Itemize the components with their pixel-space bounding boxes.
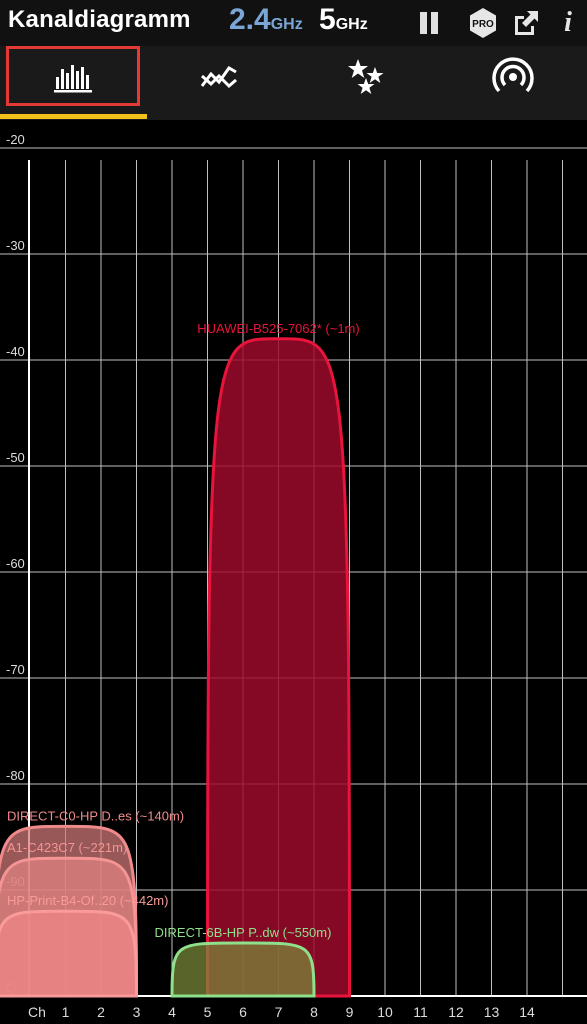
info-icon[interactable]: i	[551, 6, 585, 40]
y-tick-label: -80	[6, 768, 25, 783]
x-tick-label: 3	[133, 1004, 141, 1020]
network-label: A1-C423C7 (~221m)	[7, 840, 127, 855]
band-5ghz-toggle[interactable]: 5GHz	[319, 3, 368, 37]
network-curve	[170, 941, 316, 998]
tab-time-graph[interactable]	[146, 46, 292, 116]
line-chart-icon	[200, 66, 237, 89]
x-tick-label: 12	[448, 1004, 464, 1020]
y-tick-label: -20	[6, 132, 25, 147]
network-label: HUAWEI-B525-7062* (~1m)	[197, 321, 359, 336]
pro-badge-icon[interactable]: PRO	[466, 6, 500, 40]
x-tick-label: 14	[519, 1004, 535, 1020]
x-tick-label: 7	[275, 1004, 283, 1020]
channel-chart: -20-30-40-50-60-70-80-90QCh1234567891011…	[0, 120, 587, 1024]
y-tick-label: -60	[6, 556, 25, 571]
y-tick-label: -50	[6, 450, 25, 465]
x-tick-label: Ch	[28, 1004, 46, 1020]
network-label: HP-Print-B4-Of..20 (~442m)	[7, 893, 168, 908]
signal-icon	[492, 57, 534, 93]
bar-chart-icon	[54, 65, 92, 93]
network-curve	[0, 909, 139, 998]
tab-indicator	[0, 114, 147, 119]
network-curve	[205, 337, 352, 998]
tab-bar	[0, 46, 587, 120]
y-tick-label: -70	[6, 662, 25, 677]
tab-access-points[interactable]	[440, 46, 586, 116]
x-tick-label: 6	[239, 1004, 247, 1020]
network-label: DIRECT-6B-HP P..dw (~550m)	[155, 925, 332, 940]
x-tick-label: 4	[168, 1004, 176, 1020]
network-label: DIRECT-C0-HP D..es (~140m)	[7, 808, 184, 823]
tab-channel-graph[interactable]	[0, 46, 146, 116]
x-tick-label: 5	[204, 1004, 212, 1020]
share-icon[interactable]	[509, 6, 543, 40]
x-tick-label: 11	[413, 1004, 428, 1020]
x-tick-label: 1	[62, 1004, 70, 1020]
x-tick-label: 13	[484, 1004, 500, 1020]
x-tick-label: 10	[377, 1004, 393, 1020]
channel-chart-svg: -20-30-40-50-60-70-80-90QCh1234567891011…	[0, 132, 587, 1020]
x-tick-label: 8	[310, 1004, 318, 1020]
pause-icon[interactable]	[412, 6, 446, 40]
app-bar: Kanaldiagramm 2.4GHz 5GHz PRO i	[0, 0, 587, 46]
svg-text:PRO: PRO	[472, 19, 494, 30]
stars-icon	[348, 59, 384, 94]
page-title: Kanaldiagramm	[8, 6, 191, 33]
band-2-4ghz-toggle[interactable]: 2.4GHz	[229, 3, 303, 37]
tab-channel-rating[interactable]	[293, 46, 439, 116]
y-tick-label: -30	[6, 238, 25, 253]
y-tick-label: -40	[6, 344, 25, 359]
x-tick-label: 2	[97, 1004, 105, 1020]
x-tick-label: 9	[346, 1004, 354, 1020]
